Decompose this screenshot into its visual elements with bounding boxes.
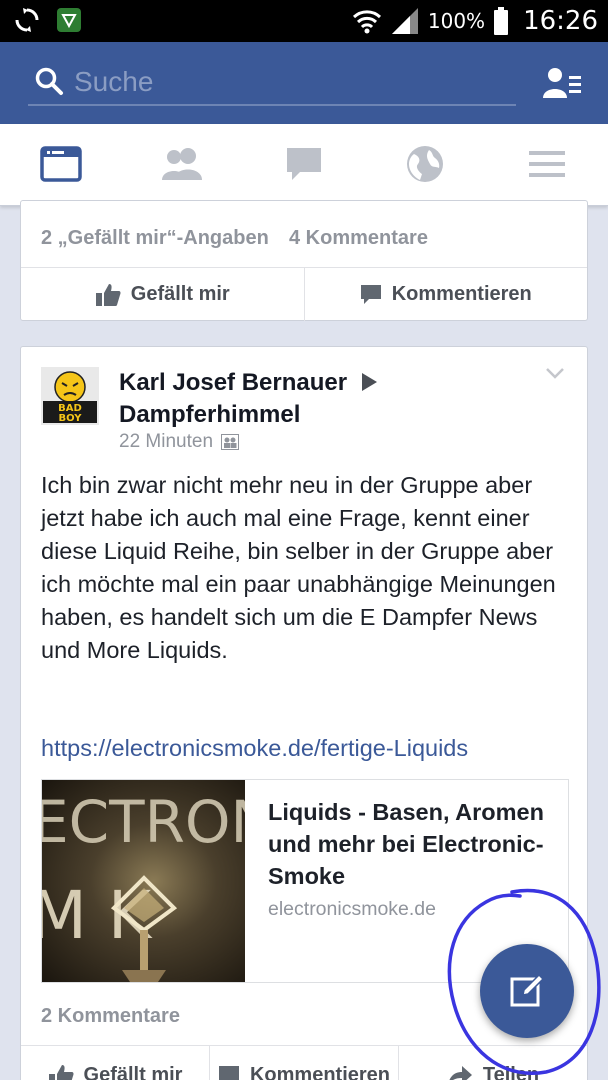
thumbs-up-icon xyxy=(95,283,121,306)
link-preview[interactable]: ECTRON M K Liquids - Basen, Aromen und m… xyxy=(41,779,569,983)
battery-percent: 100% xyxy=(427,9,486,33)
wifi-icon xyxy=(352,10,381,34)
tab-friends[interactable] xyxy=(158,142,206,186)
post-link[interactable]: https://electronicsmoke.de/fertige-Liqui… xyxy=(41,735,468,762)
menu-icon xyxy=(529,151,565,177)
comment-icon xyxy=(218,1065,239,1080)
link-preview-domain: electronicsmoke.de xyxy=(268,898,436,920)
like-button[interactable]: Gefällt mir xyxy=(21,1046,210,1080)
like-label: Gefällt mir xyxy=(130,283,230,305)
messages-icon xyxy=(287,148,321,180)
clock: 16:26 xyxy=(523,6,598,36)
like-button[interactable]: Gefällt mir xyxy=(21,268,305,321)
like-label: Gefällt mir xyxy=(83,1064,183,1080)
comment-icon xyxy=(360,284,381,304)
post-header: Karl Josef Bernauer Dampferhimmel xyxy=(119,367,479,431)
signal-icon xyxy=(391,8,418,34)
group-audience-icon xyxy=(221,434,240,450)
tab-messages[interactable] xyxy=(280,142,328,186)
comment-label: Kommentieren xyxy=(391,283,532,305)
post-text: Ich bin zwar nicht mehr neu in der Grupp… xyxy=(41,472,556,663)
share-arrow-icon xyxy=(449,1065,472,1080)
electronic-smoke-logo-image: ECTRON M K xyxy=(42,788,245,982)
status-bar: 100% 16:26 xyxy=(0,0,608,42)
compose-button[interactable] xyxy=(480,944,574,1038)
battery-icon xyxy=(494,7,509,35)
link-preview-title: Liquids - Basen, Aromen und mehr bei Ele… xyxy=(268,799,544,889)
svg-text:ECTRON: ECTRON xyxy=(42,788,245,856)
group-name[interactable]: Dampferhimmel xyxy=(119,401,300,428)
previous-post-card: 2 „Gefällt mir“-Angaben 4 Kommentare Gef… xyxy=(20,200,588,321)
search-input[interactable] xyxy=(74,62,494,102)
comment-button[interactable]: Kommentieren xyxy=(210,1046,399,1080)
action-row: Gefällt mir Kommentieren Teilen xyxy=(21,1045,587,1080)
vpn-shield-icon xyxy=(57,8,81,32)
friend-requests-icon[interactable] xyxy=(542,66,582,100)
compose-pencil-icon xyxy=(510,973,545,1007)
arrow-right-icon xyxy=(361,373,377,391)
tab-notifications[interactable] xyxy=(401,142,449,186)
sync-icon xyxy=(15,8,39,32)
share-label: Teilen xyxy=(482,1064,540,1080)
search-icon xyxy=(35,67,63,95)
bad-boy-avatar-image: BAD BOY xyxy=(41,367,99,425)
post-time[interactable]: 22 Minuten xyxy=(119,431,213,453)
comment-count[interactable]: 4 Kommentare xyxy=(289,227,428,250)
tab-bar xyxy=(0,124,608,206)
news-feed-icon xyxy=(40,146,82,182)
author-name[interactable]: Karl Josef Bernauer xyxy=(119,369,347,396)
action-row: Gefällt mir Kommentieren xyxy=(21,267,587,321)
chevron-down-icon[interactable] xyxy=(545,367,565,381)
like-count[interactable]: 2 „Gefällt mir“-Angaben xyxy=(41,227,269,250)
comment-count[interactable]: 2 Kommentare xyxy=(41,1005,180,1028)
search-header xyxy=(0,42,608,124)
comment-button[interactable]: Kommentieren xyxy=(305,268,588,321)
avatar[interactable]: BAD BOY xyxy=(41,367,99,425)
notifications-globe-icon xyxy=(407,146,443,182)
search-field[interactable] xyxy=(28,62,516,106)
thumbs-up-icon xyxy=(48,1064,74,1080)
comment-label: Kommentieren xyxy=(249,1064,391,1080)
share-button[interactable]: Teilen xyxy=(399,1046,587,1080)
post-meta: 22 Minuten xyxy=(119,431,240,453)
tab-menu[interactable] xyxy=(523,142,571,186)
tab-news-feed[interactable] xyxy=(37,142,85,186)
friends-icon xyxy=(162,148,202,180)
link-preview-image: ECTRON M K xyxy=(42,780,245,982)
svg-text:BOY: BOY xyxy=(58,413,82,424)
